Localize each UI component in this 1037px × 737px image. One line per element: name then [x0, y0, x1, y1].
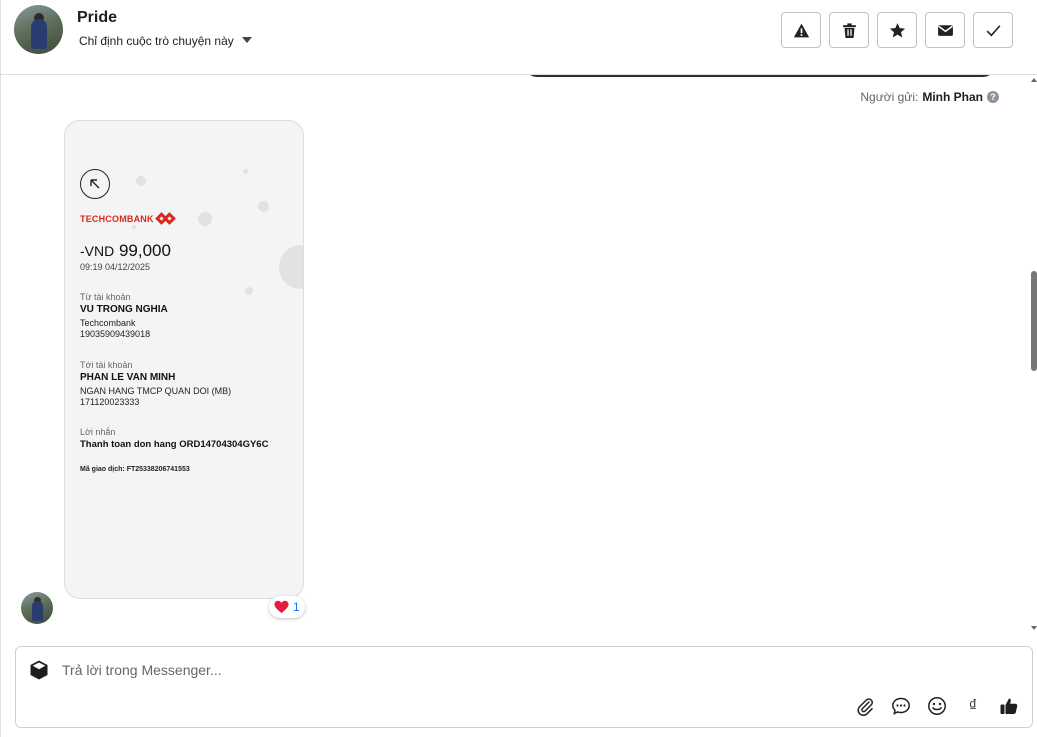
dong-icon: ₫ — [968, 696, 978, 715]
to-bank: NGAN HANG TMCP QUAN DOI (MB) — [80, 386, 232, 396]
message-thread[interactable]: Người gửi: Minh Phan ? TECHCOMBANK -VND … — [1, 75, 1031, 638]
attach-button[interactable] — [854, 695, 876, 717]
contact-name[interactable]: Pride — [77, 9, 117, 27]
chat-bubble-icon — [892, 697, 910, 715]
saved-replies-button[interactable] — [890, 695, 912, 717]
note-text: Thanh toan don hang ORD14704304GY6C — [80, 439, 269, 450]
like-button[interactable] — [998, 695, 1020, 717]
paperclip-icon — [857, 698, 873, 716]
txn-value: FT25338206741553 — [126, 466, 190, 473]
from-account-block: Từ tài khoản VU TRONG NGHIA Techcombank … — [80, 292, 168, 340]
bank-name: TECHCOMBANK — [80, 214, 154, 224]
amount-currency: -VND — [80, 243, 115, 259]
scroll-down-arrow-icon[interactable] — [1031, 626, 1037, 630]
payment-button[interactable]: ₫ — [962, 695, 984, 717]
transfer-amount: -VND 99,000 — [80, 241, 171, 261]
scroll-up-arrow-icon[interactable] — [1031, 78, 1037, 82]
transaction-id: Mã giao dịch: FT25338206741553 — [80, 466, 190, 473]
to-account: 171120023333 — [80, 397, 140, 407]
mark-done-button[interactable] — [973, 12, 1013, 48]
thumbs-up-icon — [1000, 698, 1018, 714]
star-button[interactable] — [877, 12, 917, 48]
decor-dot — [258, 201, 269, 212]
check-icon — [986, 24, 1000, 36]
techcombank-logo: TECHCOMBANK — [80, 212, 177, 225]
transfer-receipt-image[interactable]: TECHCOMBANK -VND 99,000 09:19 04/12/2025… — [64, 120, 304, 599]
message-sender-avatar[interactable] — [21, 592, 53, 624]
from-account: 19035909439018 — [80, 329, 151, 339]
previous-message-bubble — [525, 75, 995, 77]
note-block: Lời nhắn Thanh toan don hang ORD14704304… — [80, 427, 268, 450]
amount-value: 99,000 — [118, 241, 171, 260]
trash-icon — [842, 22, 856, 38]
envelope-icon — [937, 24, 953, 36]
from-label: Từ tài khoản — [80, 292, 131, 302]
sender-prefix: Người gửi: — [860, 90, 919, 104]
delete-button[interactable] — [829, 12, 869, 48]
assign-label: Chỉ định cuộc trò chuyện này — [79, 34, 234, 48]
transfer-time: 09:19 04/12/2025 — [80, 262, 151, 272]
reaction-badge[interactable]: 1 — [269, 596, 305, 618]
sender-info: Người gửi: Minh Phan ? — [860, 90, 999, 104]
decor-dot — [243, 169, 248, 174]
mark-unread-button[interactable] — [925, 12, 965, 48]
heart-icon — [274, 600, 289, 614]
caret-down-icon — [241, 37, 252, 43]
warning-icon — [793, 23, 809, 37]
to-label: Tới tài khoản — [80, 360, 133, 370]
bank-logo-mark — [154, 212, 177, 225]
smiley-icon — [928, 697, 946, 715]
help-icon[interactable]: ? — [987, 91, 999, 103]
reaction-count: 1 — [293, 600, 300, 614]
to-name: PHAN LE VAN MINH — [80, 372, 176, 383]
from-bank: Techcombank — [80, 318, 136, 328]
note-label: Lời nhắn — [80, 427, 116, 437]
decor-dot — [245, 287, 253, 295]
star-icon — [889, 22, 905, 38]
emoji-button[interactable] — [926, 695, 948, 717]
decor-dot — [279, 245, 303, 289]
decor-dot — [132, 225, 136, 229]
scrollbar-thumb[interactable] — [1031, 271, 1037, 371]
header-toolbar — [781, 12, 1013, 48]
receipt-back-arrow-icon — [80, 169, 110, 199]
mark-spam-button[interactable] — [781, 12, 821, 48]
from-name: VU TRONG NGHIA — [80, 304, 168, 315]
txn-label: Mã giao dịch: — [80, 466, 125, 473]
assign-conversation-dropdown[interactable]: Chỉ định cuộc trò chuyện này — [79, 34, 252, 48]
contact-avatar[interactable] — [14, 5, 63, 54]
conversation-header: Pride Chỉ định cuộc trò chuyện này — [1, 0, 1037, 75]
decor-dot — [136, 176, 146, 186]
composer-tools: ₫ — [854, 695, 1020, 717]
sender-name: Minh Phan — [922, 90, 983, 104]
reply-input[interactable] — [62, 659, 762, 681]
thread-scrollbar[interactable] — [1030, 75, 1037, 633]
cube-icon[interactable] — [28, 659, 50, 681]
message-composer: ₫ — [15, 646, 1033, 728]
decor-dot — [198, 212, 212, 226]
messenger-inbox: Pride Chỉ định cuộc trò chuyện này Người… — [0, 0, 1037, 737]
to-account-block: Tới tài khoản PHAN LE VAN MINH NGAN HANG… — [80, 360, 231, 408]
